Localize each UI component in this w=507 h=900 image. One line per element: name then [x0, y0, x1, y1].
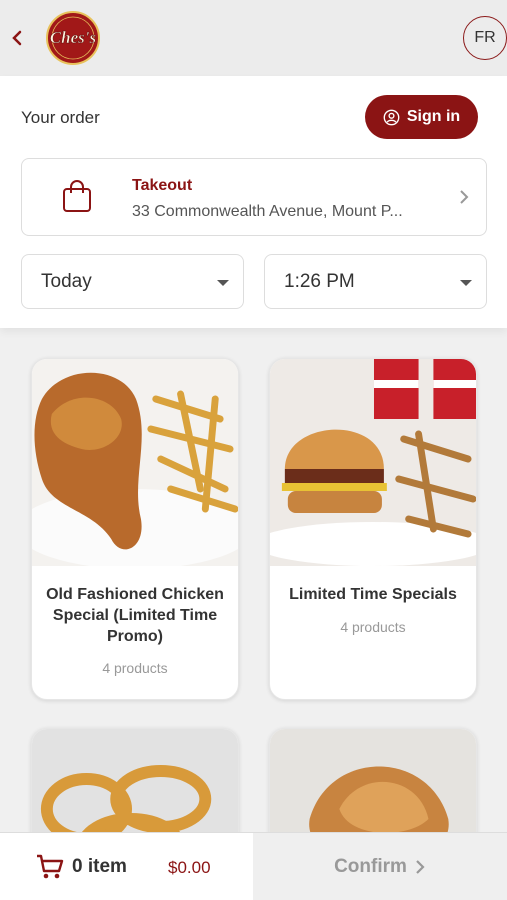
order-mode-card[interactable]: Takeout 33 Commonwealth Avenue, Mount P.… [21, 158, 487, 236]
category-title: Limited Time Specials [289, 586, 457, 603]
bag-icon [63, 180, 91, 212]
sign-in-label: Sign in [406, 108, 461, 125]
svg-text:Ches's: Ches's [50, 28, 97, 47]
time-select-value: 1:26 PM [284, 271, 355, 292]
order-mode-address: 33 Commonwealth Avenue, Mount P... [132, 203, 403, 220]
caret-down-icon [460, 280, 472, 286]
category-card[interactable]: Old Fashioned Chicken Special (Limited T… [31, 358, 239, 700]
category-title: Old Fashioned Chicken Special (Limited T… [46, 586, 224, 645]
bottom-bar: 0 item $0.00 Confirm [0, 832, 507, 900]
category-count: 4 products [102, 660, 168, 676]
cart-summary[interactable]: 0 item $0.00 [0, 833, 252, 900]
fried-chicken-image [32, 359, 238, 566]
category-card[interactable]: Limited Time Specials 4 products [269, 358, 477, 700]
language-button[interactable]: FR [463, 16, 507, 60]
order-panel: Your order Sign in Takeout 33 Commonweal… [0, 76, 507, 328]
brand-logo[interactable]: Ches's [40, 10, 106, 66]
cart-icon [37, 854, 64, 879]
back-chevron-icon[interactable] [8, 26, 26, 50]
burger-image [270, 359, 476, 566]
day-select-value: Today [41, 271, 92, 292]
category-count: 4 products [340, 619, 406, 635]
user-icon [383, 109, 400, 125]
your-order-heading: Your order [21, 108, 100, 127]
order-mode-title: Takeout [132, 177, 193, 194]
chevron-right-icon [416, 860, 425, 874]
sign-in-button[interactable]: Sign in [365, 95, 478, 139]
chevron-right-icon [460, 190, 469, 204]
time-select[interactable]: 1:26 PM [264, 254, 487, 309]
day-select[interactable]: Today [21, 254, 244, 309]
cart-item-count: 0 item [72, 856, 127, 877]
top-bar: Ches's FR [0, 0, 507, 76]
caret-down-icon [217, 280, 229, 286]
confirm-label: Confirm [334, 856, 407, 877]
cart-total: $0.00 [168, 858, 211, 877]
confirm-button[interactable]: Confirm [253, 833, 507, 900]
